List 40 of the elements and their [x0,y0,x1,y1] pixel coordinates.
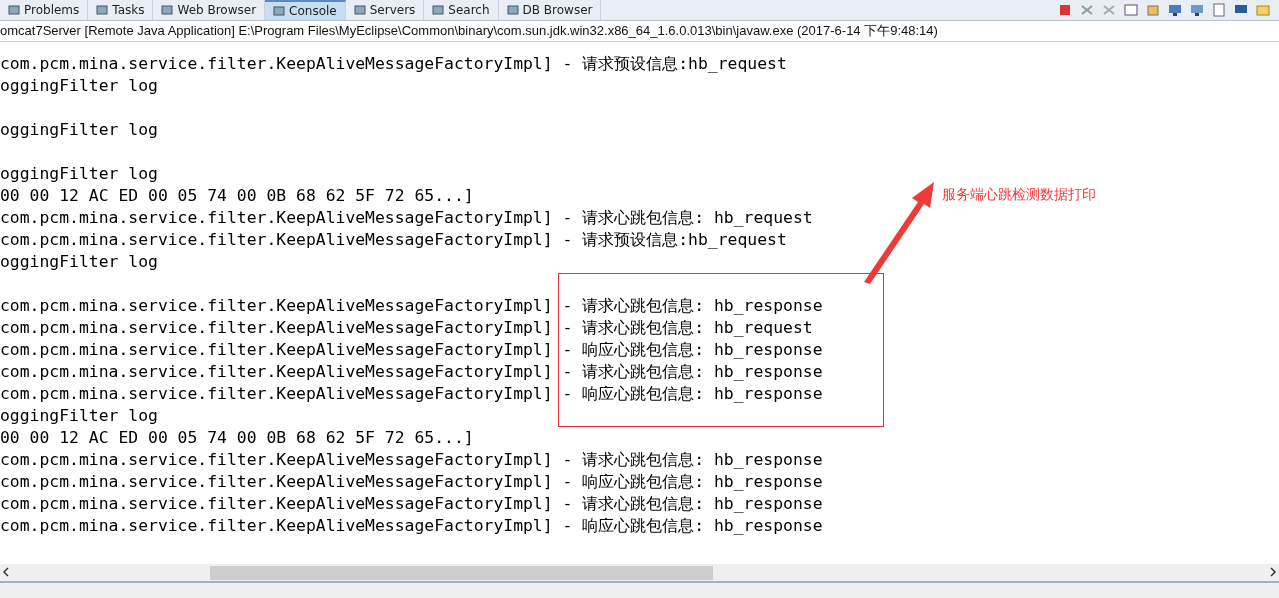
console-line: com.pcm.mina.service.filter.KeepAliveMessageFactoryImpl] - 请求心跳包信息: hb_response [0,449,823,471]
tab-icon [161,4,174,16]
console-line: com.pcm.mina.service.filter.KeepAliveMessageFactoryImpl] - 请求心跳包信息: hb_request [0,207,813,229]
console-line: 00 00 12 AC ED 00 05 74 00 0B 68 62 5F 72 65...] [0,185,474,207]
console-line: oggingFilter log [0,251,158,273]
view-tab[interactable]: Tasks [88,0,154,20]
view-tab[interactable]: Search [424,0,499,20]
page-icon[interactable] [1211,3,1227,17]
scroll-right-icon[interactable] [1269,567,1277,577]
view-tab[interactable]: Servers [345,0,425,20]
console-line: oggingFilter log [0,75,158,97]
console-line: com.pcm.mina.service.filter.KeepAliveMessageFactoryImpl] - 响应心跳包信息: hb_response [0,383,823,405]
view-tab[interactable]: DB Browser [498,0,602,20]
horizontal-scrollbar[interactable] [0,564,1279,583]
tab-icon [353,4,366,16]
tab-icon [506,4,519,16]
console-line: com.pcm.mina.service.filter.KeepAliveMessageFactoryImpl] - 响应心跳包信息: hb_response [0,339,823,361]
console-line: oggingFilter log [0,119,158,141]
console-line: oggingFilter log [0,405,158,427]
console-line: com.pcm.mina.service.filter.KeepAliveMessageFactoryImpl] - 请求心跳包信息: hb_response [0,295,823,317]
view-tab[interactable]: Console [265,0,346,20]
terminate-icon[interactable] [1057,3,1073,17]
scrollbar-thumb[interactable] [210,566,713,580]
console-line: com.pcm.mina.service.filter.KeepAliveMessageFactoryImpl] - 请求心跳包信息: hb_request [0,317,813,339]
console-line: 00 00 12 AC ED 00 05 74 00 0B 68 62 5F 72 65...] [0,427,474,449]
view-tab[interactable]: Problems [0,0,89,20]
console-title: omcat7Server [Remote Java Application] E:\Program Files\MyEclipse\Common\binary\com.sun.jdk.win32.x86_64_1.6.0.013\bin\javaw.exe (2017-6-14 下午9:48:14) [0,21,1279,42]
console-line: com.pcm.mina.service.filter.KeepAliveMessageFactoryImpl] - 请求预设信息:hb_request [0,53,787,75]
console-line: com.pcm.mina.service.filter.KeepAliveMessageFactoryImpl] - 请求预设信息:hb_request [0,229,787,251]
console-line: com.pcm.mina.service.filter.KeepAliveMessageFactoryImpl] - 响应心跳包信息: hb_response [0,515,823,537]
console-line: com.pcm.mina.service.filter.KeepAliveMessageFactoryImpl] - 响应心跳包信息: hb_response [0,471,823,493]
scroll-left-icon[interactable] [2,567,10,577]
console-line: oggingFilter log [0,163,158,185]
tab-icon [432,4,445,16]
console-line: com.pcm.mina.service.filter.KeepAliveMessageFactoryImpl] - 请求心跳包信息: hb_response [0,493,823,515]
tab-icon [8,4,20,16]
annotation-label: 服务端心跳检测数据打印 [942,186,1096,204]
console-line: com.pcm.mina.service.filter.KeepAliveMessageFactoryImpl] - 请求心跳包信息: hb_response [0,361,823,383]
tab-icon [273,5,286,17]
tab-icon [96,4,109,16]
